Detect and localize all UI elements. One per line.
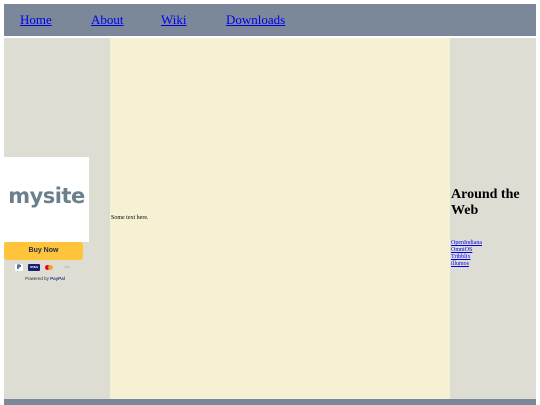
nav-link-downloads[interactable]: Downloads xyxy=(226,12,285,28)
around-the-web-heading: Around the Web xyxy=(451,187,520,218)
site-logo: mysite xyxy=(4,157,89,242)
list-item: illumos xyxy=(451,252,482,267)
main-text: Some text here. xyxy=(111,215,149,221)
right-sidebar: Around the Web OpenIndiana OmniOS Tribbl… xyxy=(450,38,536,399)
nav-link-wiki[interactable]: Wiki xyxy=(161,12,186,28)
top-nav-bar: Home About Wiki Downloads xyxy=(4,4,536,36)
mastercard-icon xyxy=(43,264,55,271)
powered-by-paypal: Powered by PayPal xyxy=(4,275,86,282)
left-sidebar: mysite Buy Now P VISA ▭▭ Powered by PayP… xyxy=(4,38,110,399)
list-item: Tribblix xyxy=(451,245,482,260)
link-illumos[interactable]: illumos xyxy=(451,261,469,267)
nav-link-about[interactable]: About xyxy=(91,12,124,28)
payment-methods: P VISA ▭▭ xyxy=(13,264,77,272)
paypal-icon: P xyxy=(15,264,23,271)
around-the-web-links: OpenIndiana OmniOS Tribblix illumos xyxy=(451,231,482,267)
footer-bar xyxy=(4,399,536,405)
buy-now-button[interactable]: Buy Now xyxy=(4,242,83,260)
nav-link-home[interactable]: Home xyxy=(20,12,52,28)
powered-by-prefix: Powered by xyxy=(25,276,49,281)
site-logo-text: mysite xyxy=(8,184,85,208)
list-item: OpenIndiana xyxy=(451,231,482,246)
powered-by-brand: PayPal xyxy=(50,276,65,281)
page-frame: Home About Wiki Downloads mysite Buy Now… xyxy=(4,4,536,405)
main-content: Some text here. xyxy=(110,38,450,399)
visa-icon: VISA xyxy=(28,264,40,271)
amex-icon: ▭▭ xyxy=(64,265,70,269)
